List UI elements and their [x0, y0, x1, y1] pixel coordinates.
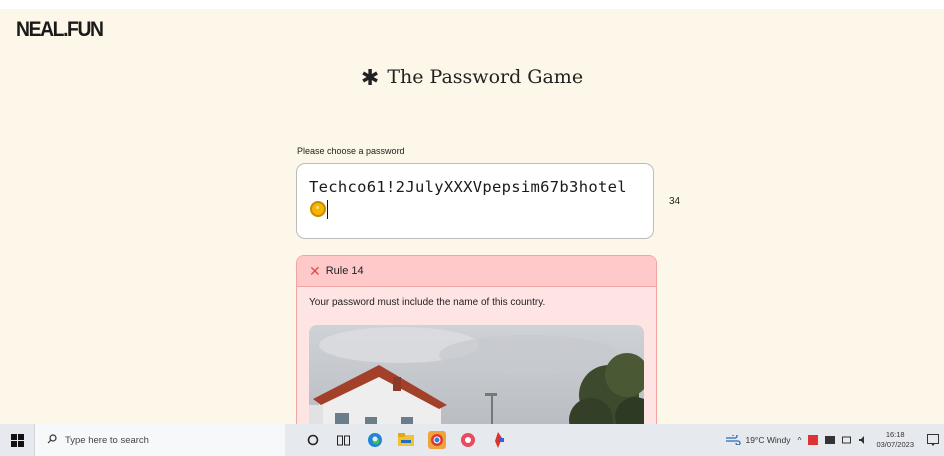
app-icon[interactable] [452, 424, 483, 456]
password-text: Techco61!2JulyXXXVpepsim67b3hotel [309, 178, 627, 196]
search-icon [47, 433, 57, 447]
weather-widget[interactable]: 19°C Windy [725, 435, 790, 445]
wind-icon [726, 435, 742, 445]
taskbar-search-box[interactable]: Type here to search [34, 424, 285, 456]
battery-icon[interactable] [842, 436, 852, 444]
browser-top-edge [0, 0, 944, 9]
password-label: Please choose a password [297, 146, 405, 156]
fail-x-icon: ✕ [309, 263, 321, 279]
task-view-icon[interactable] [328, 424, 359, 456]
password-input[interactable]: Techco61!2JulyXXXVpepsim67b3hotel [296, 163, 654, 239]
character-count: 34 [669, 196, 681, 207]
rule-description: Your password must include the name of t… [309, 297, 546, 308]
page-title-text: The Password Game [387, 66, 584, 88]
text-caret [327, 200, 328, 219]
windows-start-button[interactable] [0, 424, 34, 456]
system-tray: 19°C Windy ^ 16:18 03/07/2023 [725, 424, 944, 456]
taskbar-clock[interactable]: 16:18 03/07/2023 [876, 430, 914, 450]
rule-header: ✕ Rule 14 [297, 256, 656, 287]
network-icon[interactable] [825, 436, 836, 444]
page-title: ✱ The Password Game [0, 64, 944, 91]
sun-emoji-icon [310, 200, 326, 217]
site-logo[interactable]: NEAL.FUN [16, 18, 104, 42]
tray-app-icon[interactable] [808, 435, 819, 445]
asterisk-icon: ✱ [360, 66, 380, 91]
rule-label: Rule 14 [325, 265, 364, 277]
clock-date: 03/07/2023 [876, 440, 914, 449]
street-view-picture [309, 325, 644, 434]
clock-time: 16:18 [885, 430, 905, 439]
weather-text: 19°C Windy [745, 435, 791, 445]
country-street-view-image [309, 325, 644, 434]
taskbar-apps [297, 424, 514, 456]
windows-taskbar: Type here to search 19°C Windy ^ 16:18 0… [0, 424, 944, 456]
chevron-up-icon[interactable]: ^ [797, 435, 801, 445]
notification-icon[interactable] [922, 424, 944, 456]
windows-logo-icon [10, 433, 24, 447]
app-icon-2[interactable] [483, 424, 514, 456]
cortana-icon[interactable] [297, 424, 328, 456]
rule-card: ✕ Rule 14 Your password must include the… [296, 255, 657, 435]
search-placeholder: Type here to search [65, 434, 149, 446]
volume-icon[interactable] [859, 436, 869, 444]
file-explorer-icon[interactable] [390, 424, 421, 456]
chrome-icon[interactable] [421, 424, 452, 456]
edge-icon[interactable] [359, 424, 390, 456]
